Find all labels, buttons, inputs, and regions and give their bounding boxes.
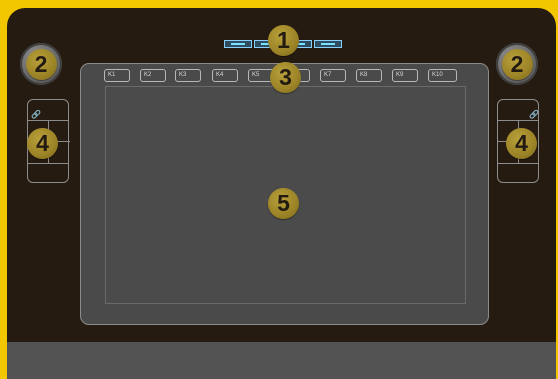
link-icon: 🔗: [529, 110, 539, 119]
callout-badge-active-area: 5: [268, 188, 299, 219]
callout-badge-right-touch: 4: [506, 128, 537, 159]
express-key-2[interactable]: K2: [140, 69, 166, 82]
bottom-panel: [7, 342, 556, 379]
touch-divider: [28, 163, 68, 164]
callout-badge-status: 1: [268, 25, 299, 56]
link-icon: 🔗: [31, 110, 41, 119]
express-key-1[interactable]: K1: [104, 69, 130, 82]
callout-badge-left-touch: 4: [27, 128, 58, 159]
express-key-9[interactable]: K9: [392, 69, 418, 82]
status-indicator-4: [314, 40, 342, 48]
right-dial[interactable]: 2: [496, 43, 538, 85]
express-key-10[interactable]: K10: [428, 69, 457, 82]
touch-divider: [498, 163, 538, 164]
callout-badge-right-dial: 2: [501, 48, 533, 80]
express-key-4[interactable]: K4: [212, 69, 238, 82]
callout-badge-express-keys: 3: [270, 62, 301, 93]
express-key-3[interactable]: K3: [175, 69, 201, 82]
express-key-7[interactable]: K7: [320, 69, 346, 82]
touch-divider: [56, 141, 70, 142]
callout-badge-left-dial: 2: [25, 48, 57, 80]
left-dial[interactable]: 2: [20, 43, 62, 85]
express-key-8[interactable]: K8: [356, 69, 382, 82]
status-indicator-1: [224, 40, 252, 48]
